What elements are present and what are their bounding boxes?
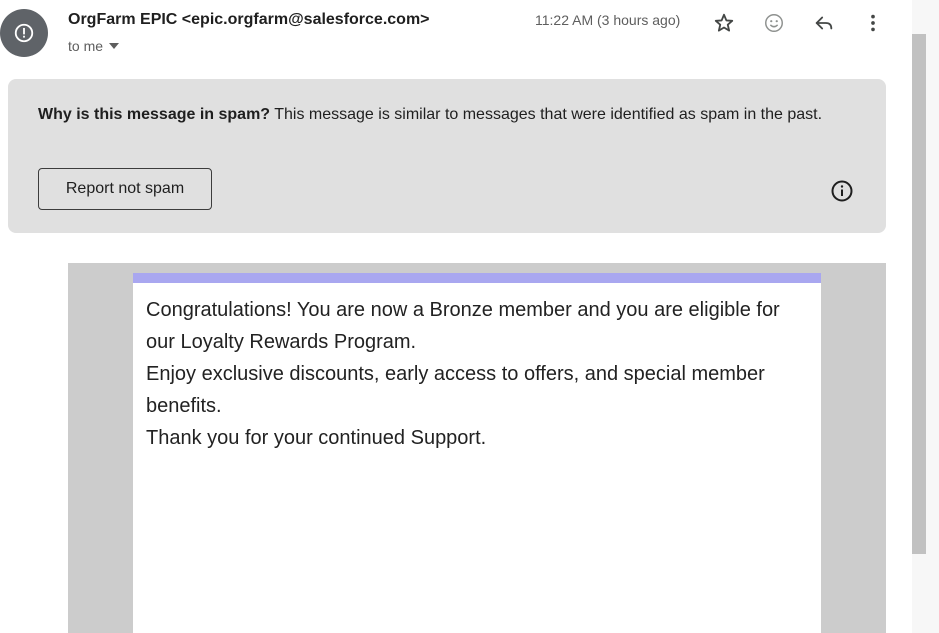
chevron-down-icon <box>109 43 120 49</box>
sender-avatar-warning <box>0 9 48 57</box>
email-accent-bar <box>133 273 821 283</box>
more-vert-icon <box>871 14 875 32</box>
emoji-icon <box>765 14 783 32</box>
star-icon <box>714 13 734 32</box>
recipient-details-toggle[interactable]: to me <box>68 38 120 54</box>
add-reaction-button[interactable] <box>761 10 787 36</box>
message-timestamp: 11:22 AM (3 hours ago) <box>535 12 681 28</box>
email-message: Congratulations! You are now a Bronze me… <box>146 294 811 454</box>
more-options-button[interactable] <box>860 10 886 36</box>
spam-warning-title: Why is this message in spam? <box>38 106 271 123</box>
reply-icon <box>815 16 833 30</box>
email-line: Congratulations! You are now a Bronze me… <box>146 299 780 353</box>
spam-warning-banner: Why is this message in spam? This messag… <box>8 79 886 233</box>
spam-warning-text: This message is similar to messages that… <box>270 106 823 123</box>
star-button[interactable] <box>711 10 737 36</box>
spam-info-button[interactable] <box>830 179 854 203</box>
warning-icon <box>14 23 34 43</box>
spam-explanation: Why is this message in spam? This messag… <box>38 104 858 126</box>
email-line: Thank you for your continued Support. <box>146 427 487 449</box>
email-line: Enjoy exclusive discounts, early access … <box>146 363 765 417</box>
sender-name: OrgFarm EPIC <epic.orgfarm@salesforce.co… <box>68 11 430 28</box>
recipient-label: to me <box>68 38 104 54</box>
info-icon <box>831 180 853 202</box>
report-not-spam-button[interactable]: Report not spam <box>38 168 212 210</box>
scrollbar-thumb[interactable] <box>912 34 926 554</box>
reply-button[interactable] <box>811 10 837 36</box>
email-content-card: Congratulations! You are now a Bronze me… <box>133 273 821 633</box>
